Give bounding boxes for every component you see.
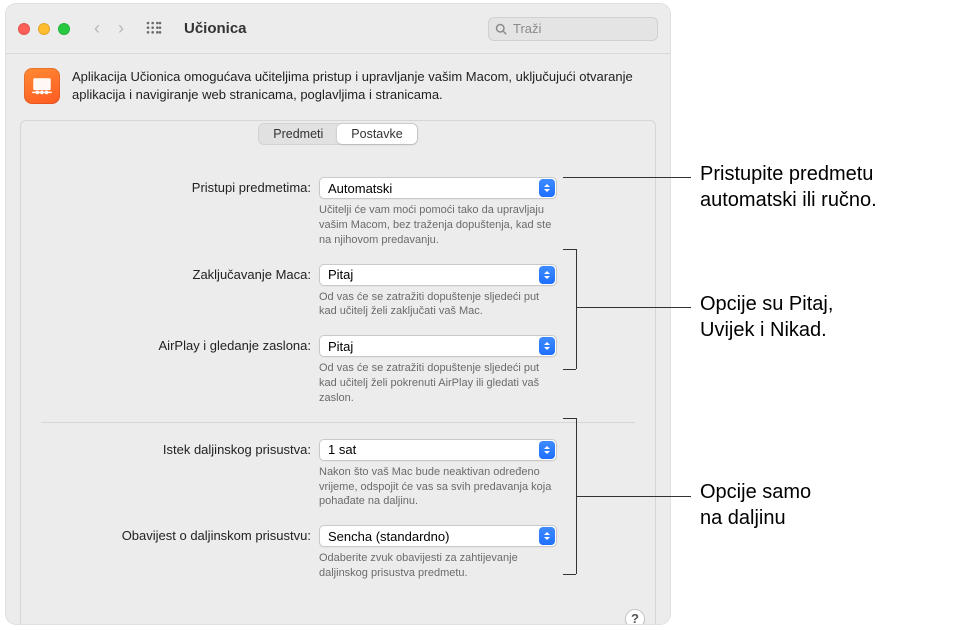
callout-join: Pristupite predmetu automatski ili ručno…	[700, 162, 877, 213]
airplay-label: AirPlay i gledanje zaslona:	[41, 335, 319, 353]
tab-predmeti[interactable]: Predmeti	[259, 124, 337, 144]
remote-timeout-select[interactable]: 1 sat	[319, 439, 557, 461]
callout-ask: Opcije su Pitaj, Uvijek i Nikad.	[700, 292, 833, 343]
help-icon: ?	[631, 611, 639, 624]
minimize-window-button[interactable]	[38, 23, 50, 35]
chevrons-icon	[539, 441, 555, 459]
lock-mac-label: Zaključavanje Maca:	[41, 264, 319, 282]
tab-switcher: Predmeti Postavke	[258, 123, 417, 145]
search-placeholder: Traži	[513, 21, 541, 36]
join-classes-select[interactable]: Automatski	[319, 177, 557, 199]
show-all-icon[interactable]	[146, 21, 162, 37]
remote-timeout-value: 1 sat	[328, 442, 356, 457]
callout-text: na daljinu	[700, 506, 811, 532]
close-window-button[interactable]	[18, 23, 30, 35]
remote-timeout-desc: Nakon što vaš Mac bude neaktivan određen…	[319, 465, 557, 510]
zoom-window-button[interactable]	[58, 23, 70, 35]
callout-text: automatski ili ručno.	[700, 188, 877, 214]
callout-leader	[563, 418, 576, 419]
preferences-window: ‹ › Učionica Traži	[6, 4, 670, 624]
tab-postavke[interactable]: Postavke	[337, 124, 416, 144]
airplay-value: Pitaj	[328, 339, 353, 354]
search-field[interactable]: Traži	[488, 17, 658, 41]
nav-back-forward: ‹ ›	[94, 18, 124, 39]
chevrons-icon	[539, 179, 555, 197]
content-frame: Predmeti Postavke Pristupi predmetima: A…	[20, 120, 656, 624]
titlebar: ‹ › Učionica Traži	[6, 4, 670, 54]
window-title: Učionica	[184, 20, 247, 37]
callout-text: Opcije su Pitaj,	[700, 292, 833, 318]
forward-button[interactable]: ›	[118, 18, 124, 39]
lock-mac-desc: Od vas će se zatražiti dopuštenje sljede…	[319, 290, 557, 320]
callout-leader	[563, 249, 576, 250]
app-icon	[24, 68, 60, 104]
remote-alert-select[interactable]: Sencha (standardno)	[319, 525, 557, 547]
back-button[interactable]: ‹	[94, 18, 100, 39]
window-controls	[18, 23, 70, 35]
join-classes-value: Automatski	[328, 181, 392, 196]
form-area: Pristupi predmetima: Automatski Učitelji…	[21, 145, 655, 601]
airplay-select[interactable]: Pitaj	[319, 335, 557, 357]
chevrons-icon	[539, 527, 555, 545]
airplay-desc: Od vas će se zatražiti dopuštenje sljede…	[319, 361, 557, 406]
lock-mac-value: Pitaj	[328, 267, 353, 282]
remote-alert-value: Sencha (standardno)	[328, 529, 449, 544]
join-classes-label: Pristupi predmetima:	[41, 177, 319, 195]
help-button[interactable]: ?	[625, 609, 645, 624]
remote-alert-desc: Odaberite zvuk obavijesti za zahtijevanj…	[319, 551, 557, 581]
callout-bracket	[576, 249, 577, 369]
chevrons-icon	[539, 337, 555, 355]
callout-remote: Opcije samo na daljinu	[700, 480, 811, 531]
callout-text: Opcije samo	[700, 480, 811, 506]
header: Aplikacija Učionica omogućava učiteljima…	[6, 54, 670, 114]
remote-alert-label: Obavijest o daljinskom prisustvu:	[41, 525, 319, 543]
header-description: Aplikacija Učionica omogućava učiteljima…	[72, 68, 652, 103]
callout-leader	[576, 307, 691, 308]
lock-mac-select[interactable]: Pitaj	[319, 264, 557, 286]
callout-text: Pristupite predmetu	[700, 162, 877, 188]
callout-leader	[563, 177, 691, 178]
chevrons-icon	[539, 266, 555, 284]
join-classes-desc: Učitelji će vam moći pomoći tako da upra…	[319, 203, 557, 248]
callout-leader	[576, 496, 691, 497]
callout-leader	[563, 369, 576, 370]
divider	[41, 422, 635, 423]
callout-text: Uvijek i Nikad.	[700, 318, 833, 344]
callout-leader	[563, 574, 576, 575]
remote-timeout-label: Istek daljinskog prisustva:	[41, 439, 319, 457]
search-icon	[495, 23, 507, 35]
